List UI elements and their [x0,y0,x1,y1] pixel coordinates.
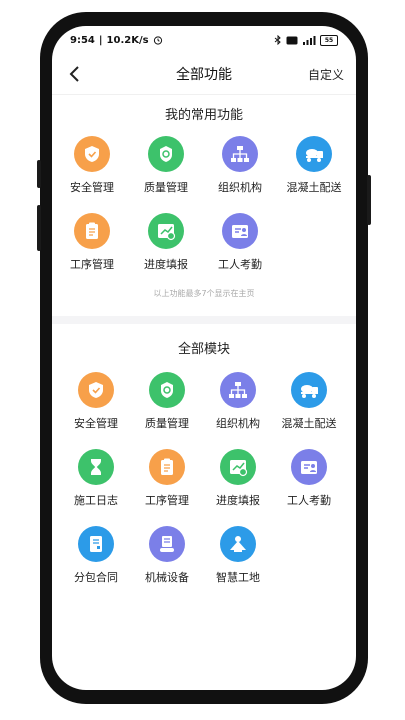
module-label: 工人考勤 [287,494,331,507]
module-label: 施工日志 [74,494,118,507]
attendance-icon [291,449,327,485]
nav-bar: 全部功能 自定义 [52,54,356,95]
status-speed: 10.2K/s [106,34,149,46]
progress-calendar-icon [220,449,256,485]
status-separator: | [98,34,103,46]
favorite-label: 安全管理 [70,181,114,194]
favorite-label: 组织机构 [218,181,262,194]
module-item[interactable]: 工人考勤 [273,449,345,508]
module-item[interactable]: 施工日志 [60,449,132,508]
section-divider [52,316,356,324]
chevron-left-icon [69,66,79,82]
favorite-label: 混凝土配送 [286,181,342,194]
volume-down-button [37,205,41,251]
safety-shield-icon [78,372,114,408]
attendance-icon [222,213,258,249]
contract-icon [78,526,114,562]
progress-calendar-icon [148,213,184,249]
favorites-hint: 以上功能最多7个显示在主页 [153,289,255,298]
favorite-item[interactable]: 安全管理 [56,136,128,195]
org-chart-icon [220,372,256,408]
smart-site-icon [220,526,256,562]
app-screen: 9:54 | 10.2K/s 55 全部功能 自定义 我的常用功能 安全管理 质… [52,26,356,690]
favorite-item[interactable]: 工序管理 [56,213,128,272]
favorite-item[interactable]: 组织机构 [204,136,276,195]
machinery-icon [149,526,185,562]
module-label: 分包合同 [74,571,118,584]
back-button[interactable] [62,60,88,88]
bluetooth-icon [274,35,281,45]
favorite-label: 进度填报 [144,258,188,271]
alarm-icon [153,36,162,45]
module-label: 进度填报 [216,494,260,507]
favorite-label: 质量管理 [144,181,188,194]
module-item[interactable]: 机械设备 [131,526,203,585]
module-item[interactable]: 分包合同 [60,526,132,585]
module-item[interactable]: 安全管理 [60,372,132,431]
status-time: 9:54 [70,34,95,46]
quality-badge-icon [148,136,184,172]
favorite-item[interactable]: 进度填报 [130,213,202,272]
favorite-label: 工人考勤 [218,258,262,271]
module-item[interactable]: 工序管理 [131,449,203,508]
module-label: 智慧工地 [216,571,260,584]
power-button [367,175,371,225]
module-item[interactable]: 组织机构 [202,372,274,431]
quality-badge-icon [149,372,185,408]
module-label: 工序管理 [145,494,189,507]
org-chart-icon [222,136,258,172]
hourglass-icon [78,449,114,485]
module-label: 机械设备 [145,571,189,584]
module-label: 混凝土配送 [281,417,337,430]
hd-icon [286,36,298,44]
module-item[interactable]: 进度填报 [202,449,274,508]
module-label: 质量管理 [145,417,189,430]
page-title: 全部功能 [176,67,232,83]
concrete-truck-icon [296,136,332,172]
volume-up-button [37,160,41,188]
module-label: 组织机构 [216,417,260,430]
all-modules-title: 全部模块 [177,342,230,357]
favorite-item[interactable]: 混凝土配送 [278,136,350,195]
module-item[interactable]: 质量管理 [131,372,203,431]
module-item[interactable]: 混凝土配送 [273,372,345,431]
favorite-label: 工序管理 [70,258,114,271]
safety-shield-icon [74,136,110,172]
battery-icon: 55 [320,34,338,46]
status-bar: 9:54 | 10.2K/s 55 [52,26,356,54]
favorites-title: 我的常用功能 [164,108,243,123]
signal-icon [303,36,316,45]
favorite-item[interactable]: 质量管理 [130,136,202,195]
favorite-item[interactable]: 工人考勤 [204,213,276,272]
concrete-truck-icon [291,372,327,408]
customize-button[interactable]: 自定义 [308,66,344,83]
module-label: 安全管理 [74,417,118,430]
module-item[interactable]: 智慧工地 [202,526,274,585]
process-clipboard-icon [149,449,185,485]
process-clipboard-icon [74,213,110,249]
